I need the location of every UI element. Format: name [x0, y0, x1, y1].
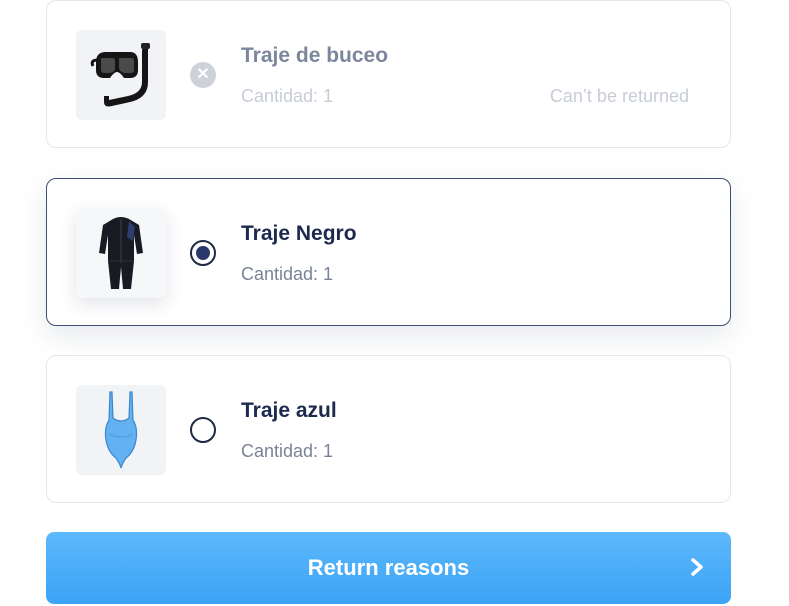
item-thumbnail	[76, 385, 166, 475]
item-card-traje-negro[interactable]: Traje Negro Cantidad: 1	[46, 178, 731, 326]
snorkel-mask-icon	[90, 43, 150, 107]
return-reasons-button[interactable]: Return reasons	[46, 532, 731, 604]
chevron-right-icon	[691, 558, 703, 576]
return-reasons-label: Return reasons	[307, 555, 470, 580]
blue-swimsuit-icon	[104, 391, 138, 469]
item-select-radio[interactable]	[190, 417, 216, 443]
item-name: Traje de buceo	[241, 44, 389, 67]
item-thumbnail	[76, 208, 166, 298]
item-thumbnail	[76, 30, 166, 120]
item-name: Traje azul	[241, 399, 337, 422]
item-quantity: Cantidad: 1	[241, 264, 334, 284]
item-name: Traje Negro	[241, 222, 357, 245]
item-quantity: Cantidad: 1	[241, 86, 334, 106]
not-returnable-label: Can’t be returned	[549, 86, 689, 106]
item-quantity: Cantidad: 1	[241, 441, 334, 461]
item-unavailable-icon: ✕	[190, 62, 216, 88]
item-select-radio[interactable]	[190, 240, 216, 266]
black-wetsuit-icon	[99, 217, 143, 289]
item-card-traje-azul[interactable]: Traje azul Cantidad: 1	[46, 355, 731, 503]
item-card-traje-de-buceo: ✕ Traje de buceo Cantidad: 1 Can’t be re…	[46, 0, 731, 148]
